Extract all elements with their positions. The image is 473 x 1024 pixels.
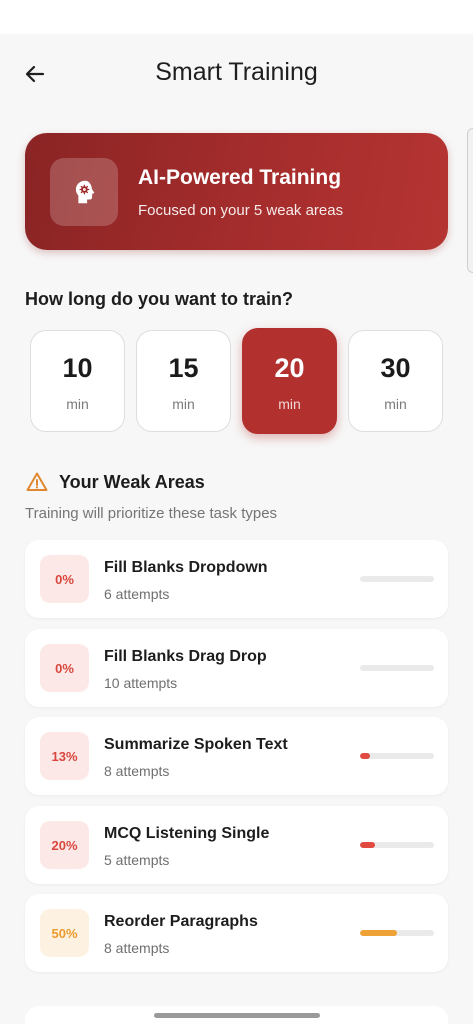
page-title: Smart Training [155,58,318,86]
duration-value: 30 [380,353,411,383]
score-badge: 20% [40,821,89,869]
weak-areas-title: Your Weak Areas [59,471,205,492]
weak-areas-subtitle: Training will prioritize these task type… [25,505,278,522]
attempts-count: 6 attempts [104,586,170,602]
app-bar: Smart Training [0,34,473,114]
weak-areas-header: Your Weak Areas [25,470,205,494]
weak-area-card[interactable]: 50% Reorder Paragraphs 8 attempts [25,894,448,972]
score-badge: 13% [40,732,89,780]
hero-subtitle: Focused on your 5 weak areas [138,202,344,219]
score-progress-bar [360,930,434,936]
duration-option-30[interactable]: 30 min [348,330,443,432]
brain-head-icon [75,180,95,204]
duration-value: 10 [62,353,93,383]
attempts-count: 5 attempts [104,852,170,868]
duration-option-15[interactable]: 15 min [136,330,231,432]
score-badge: 0% [40,555,89,603]
score-progress-fill [360,930,397,936]
weak-area-card[interactable]: 0% Fill Blanks Drag Drop 10 attempts [25,629,448,707]
score-progress-bar [360,753,434,759]
duration-option-20-selected[interactable]: 20 min [242,328,337,434]
weak-area-card[interactable]: 13% Summarize Spoken Text 8 attempts [25,717,448,795]
weak-area-card[interactable]: 0% Fill Blanks Dropdown 6 attempts [25,540,448,618]
home-indicator[interactable] [154,1013,320,1018]
score-progress-bar [360,665,434,671]
duration-unit: min [66,396,89,412]
duration-unit: min [172,396,195,412]
attempts-count: 10 attempts [104,675,178,691]
edge-panel-handle[interactable] [467,128,473,273]
score-progress-fill [360,753,370,759]
duration-value: 15 [168,353,199,383]
task-type-name: MCQ Listening Single [104,825,270,842]
score-progress-fill [360,842,375,848]
duration-option-10[interactable]: 10 min [30,330,125,432]
attempts-count: 8 attempts [104,763,170,779]
hero-title: AI-Powered Training [138,166,342,189]
duration-unit: min [278,396,301,412]
score-progress-bar [360,842,434,848]
duration-unit: min [384,396,407,412]
score-badge: 0% [40,644,89,692]
task-type-name: Summarize Spoken Text [104,736,288,753]
warning-triangle-icon [26,472,48,491]
ai-training-banner: AI-Powered Training Focused on your 5 we… [25,133,448,250]
duration-value: 20 [274,353,305,383]
hero-icon-container [50,158,118,226]
task-type-name: Fill Blanks Drag Drop [104,648,267,665]
status-bar [0,0,473,34]
weak-area-card[interactable]: 20% MCQ Listening Single 5 attempts [25,806,448,884]
task-type-name: Reorder Paragraphs [104,913,258,930]
attempts-count: 8 attempts [104,940,170,956]
duration-question: How long do you want to train? [25,289,293,309]
score-badge: 50% [40,909,89,957]
task-type-name: Fill Blanks Dropdown [104,559,268,576]
score-progress-bar [360,576,434,582]
